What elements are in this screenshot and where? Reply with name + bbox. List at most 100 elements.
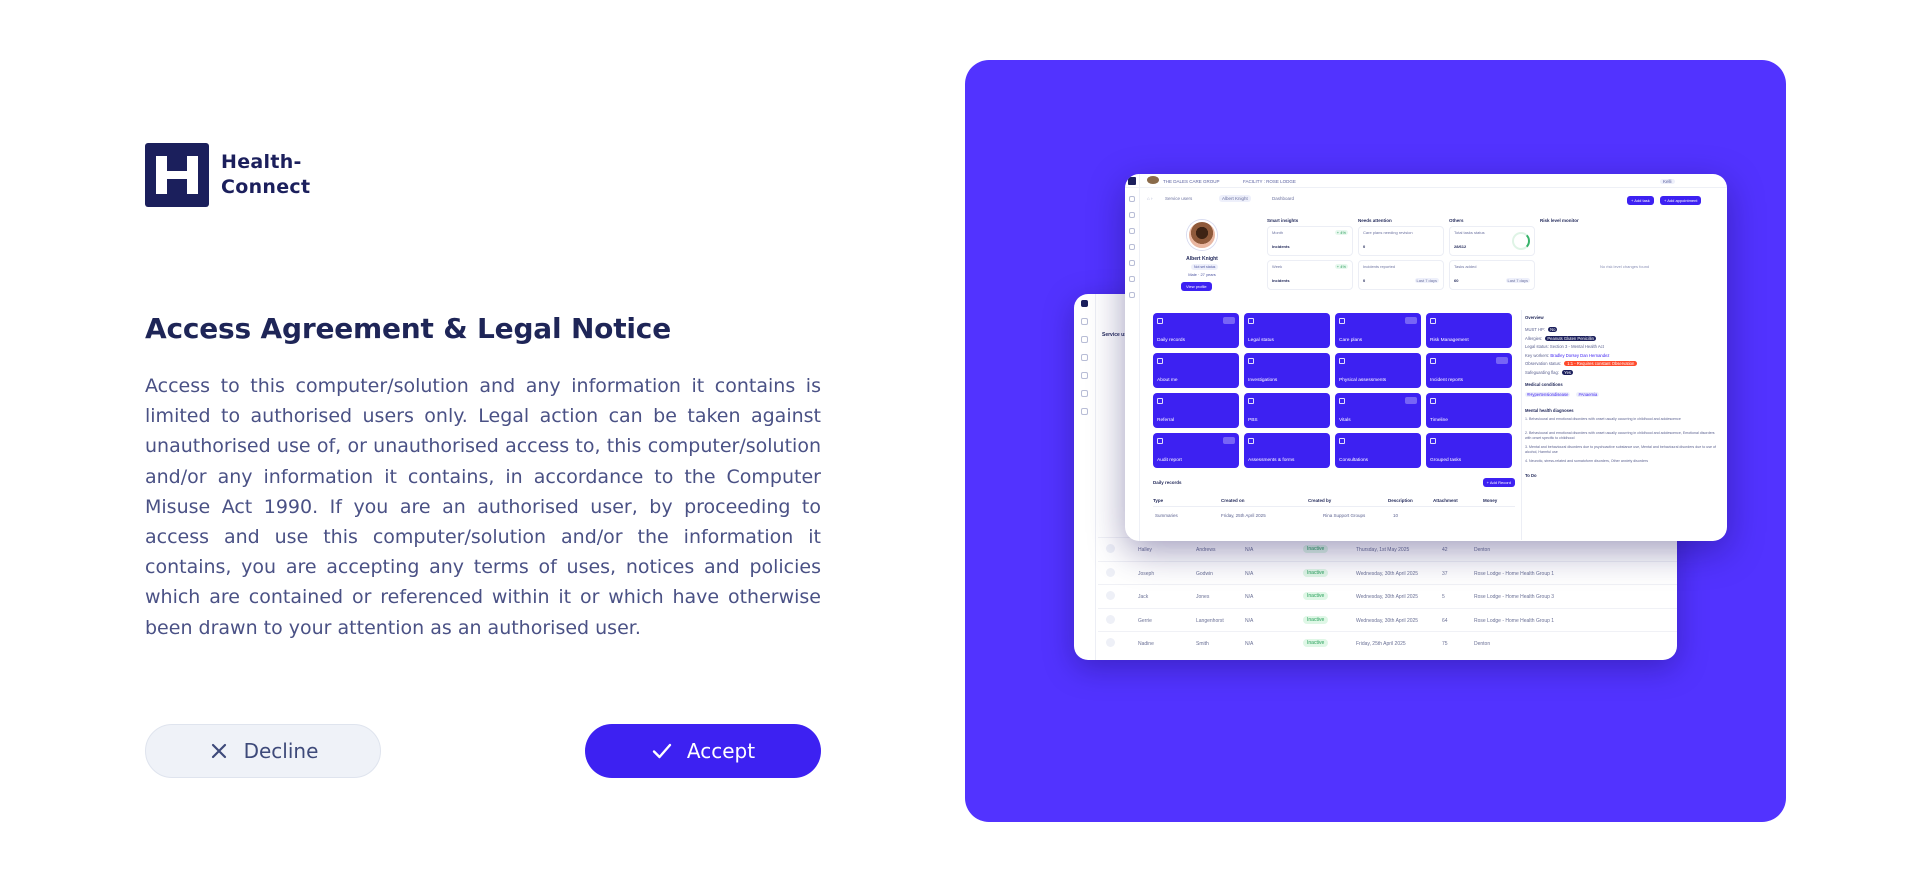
org-name: THE DALES CARE GROUP: [1163, 179, 1220, 184]
table-cell: Summaries: [1155, 513, 1178, 518]
mental-diagnosis: 2. Behavioural and emotional disorders w…: [1525, 431, 1715, 441]
table-cell: 5: [1442, 594, 1445, 600]
module-tile: Consultations: [1335, 433, 1421, 468]
table-cell: Wednesday, 30th April 2025: [1356, 617, 1419, 624]
module-tile-label: Physical assessments: [1339, 378, 1387, 383]
dashboard-preview: THE DALES CARE GROUP FACILITY : ROSE LOD…: [1125, 174, 1727, 541]
medical-tags: #Hypertensiondisease #Anaemia: [1525, 392, 1600, 397]
module-tile: Investigations: [1244, 353, 1330, 388]
module-tile-label: Legal status: [1248, 338, 1274, 343]
table-row: Gerrie Langenhorst N/A Inactive Wednesday, 3…: [1098, 607, 1677, 631]
add-appointment-button: + Add appointment: [1660, 196, 1702, 205]
module-tile-label: About me: [1157, 378, 1178, 383]
brand-logo: Health- Connect: [145, 143, 310, 207]
mental-diagnosis: 4. Neurotic, stress-related and somatofo…: [1525, 459, 1649, 463]
legal-notice-text: Access to this computer/solution and any…: [145, 375, 821, 639]
todo-title: To Do: [1525, 473, 1537, 478]
avatar: [1187, 220, 1217, 250]
accept-button[interactable]: Accept: [585, 724, 821, 778]
table-cell: Jones: [1196, 594, 1210, 600]
table-cell: Denton: [1474, 641, 1491, 647]
table-cell: 10: [1393, 513, 1399, 518]
module-tile: Risk Management: [1426, 313, 1512, 348]
profile-card: Albert Knight Not set status Male · 27 y…: [1147, 216, 1257, 306]
product-preview-panel: Service users Halley Andrews N/A Inactive Th…: [965, 60, 1786, 822]
module-tile-label: Timeline: [1430, 418, 1448, 423]
column-header: Description: [1388, 498, 1413, 503]
table-cell: Rina Support Groups: [1323, 513, 1366, 518]
module-tile: Physical assessments: [1335, 353, 1421, 388]
module-tile: Legal status: [1244, 313, 1330, 348]
close-icon: [211, 743, 226, 759]
table-cell: Wednesday, 30th April 2025: [1356, 594, 1419, 600]
overview-line: Allergies: Peanuts Gluten Penicillin: [1525, 335, 1596, 341]
profile-status: Not set status: [1191, 264, 1219, 270]
module-tile-label: Consultations: [1339, 458, 1369, 463]
module-tile: Assessments & forms: [1244, 433, 1330, 468]
check-icon: [652, 743, 672, 759]
overview-line: Key workers: Bradley Dorsey Dan Hernande…: [1525, 352, 1610, 358]
facility-name: FACILITY : ROSE LODGE: [1243, 179, 1296, 184]
risk-level-monitor: Risk level monitor No risk level changes…: [1540, 218, 1650, 269]
table-row: Nadine Smith N/A Inactive Friday, 25th April…: [1098, 631, 1677, 654]
table-cell: Halley: [1138, 547, 1152, 553]
module-tile-label: Grouped tasks: [1430, 458, 1462, 463]
accept-label: Accept: [686, 739, 756, 763]
profile-details: Male · 27 years: [1188, 272, 1216, 277]
table-cell: Friday, 25th April 2025: [1356, 641, 1406, 647]
table-cell: Rose Lodge - Home Health Group 1: [1474, 617, 1555, 624]
column-header: Attachment: [1433, 498, 1458, 503]
module-tile-label: PBS: [1248, 418, 1258, 423]
table-cell: Joseph: [1138, 570, 1155, 577]
profile-name: Albert Knight: [1186, 256, 1218, 262]
preview-sidebar: [1074, 294, 1096, 660]
table-cell: 42: [1442, 547, 1448, 553]
table-row: Joseph Godwin N/A Inactive Wednesday, 30th A…: [1098, 560, 1677, 584]
table-cell: Rose Lodge - Home Health Group 1: [1474, 570, 1555, 577]
mental-title: Mental health diagnoses: [1525, 408, 1574, 413]
module-tile: Daily records: [1153, 313, 1239, 348]
column-header: Created by: [1308, 498, 1332, 503]
table-cell: Inactive: [1303, 568, 1329, 577]
module-tile-label: Incident reports: [1430, 378, 1464, 383]
module-tile: Referral: [1153, 393, 1239, 428]
table-cell: Friday, 25th April 2025: [1221, 513, 1266, 518]
module-tile-label: Daily records: [1157, 338, 1185, 343]
page-title: Access Agreement & Legal Notice: [145, 312, 671, 345]
table-cell: Wednesday, 30th April 2025: [1356, 570, 1419, 577]
progress-ring-icon: [1512, 232, 1530, 250]
module-tile: PBS: [1244, 393, 1330, 428]
module-tile-label: Referral: [1157, 418, 1175, 423]
table-cell: Denton: [1474, 547, 1491, 553]
table-cell: N/A: [1245, 570, 1254, 577]
table-cell: N/A: [1245, 594, 1254, 600]
mental-diagnosis: 3. Mental and behavioural disorders due …: [1525, 445, 1716, 455]
module-tile-label: Investigations: [1248, 378, 1278, 383]
column-header: Money: [1483, 498, 1498, 503]
table-cell: Smith: [1196, 641, 1209, 647]
overview-line: MUST HP: No: [1525, 327, 1558, 332]
decline-button[interactable]: Decline: [145, 724, 381, 778]
table-cell: Inactive: [1303, 545, 1329, 553]
module-tile: Care plans: [1335, 313, 1421, 348]
table-cell: Thursday, 1st May 2025: [1356, 547, 1410, 553]
table-cell: Nadine: [1138, 641, 1154, 647]
table-cell: N/A: [1245, 547, 1254, 553]
module-tile: About me: [1153, 353, 1239, 388]
module-tile: Audit report: [1153, 433, 1239, 468]
table-row: Summaries Friday, 25th April 2025 Rina Sup…: [1153, 512, 1515, 524]
table-cell: N/A: [1245, 617, 1254, 624]
breadcrumb: ⌂ › Service users Albert Knight Dashboar…: [1147, 194, 1719, 205]
table-cell: Inactive: [1303, 615, 1329, 624]
module-tile: Timeline: [1426, 393, 1512, 428]
crumb-dashboard: Dashboard: [1272, 196, 1295, 201]
brand-name: Health- Connect: [221, 151, 311, 198]
table-cell: Gerrie: [1138, 617, 1152, 624]
column-header: Type: [1153, 498, 1164, 503]
module-tile: Grouped tasks: [1426, 433, 1512, 468]
module-tile: Incident reports: [1426, 353, 1512, 388]
preview-sidebar: [1125, 174, 1140, 541]
table-row: Jack Jones N/A Inactive Wednesday, 30th Apri…: [1098, 584, 1677, 607]
table-cell: Inactive: [1303, 639, 1329, 647]
table-cell: 75: [1442, 641, 1448, 647]
